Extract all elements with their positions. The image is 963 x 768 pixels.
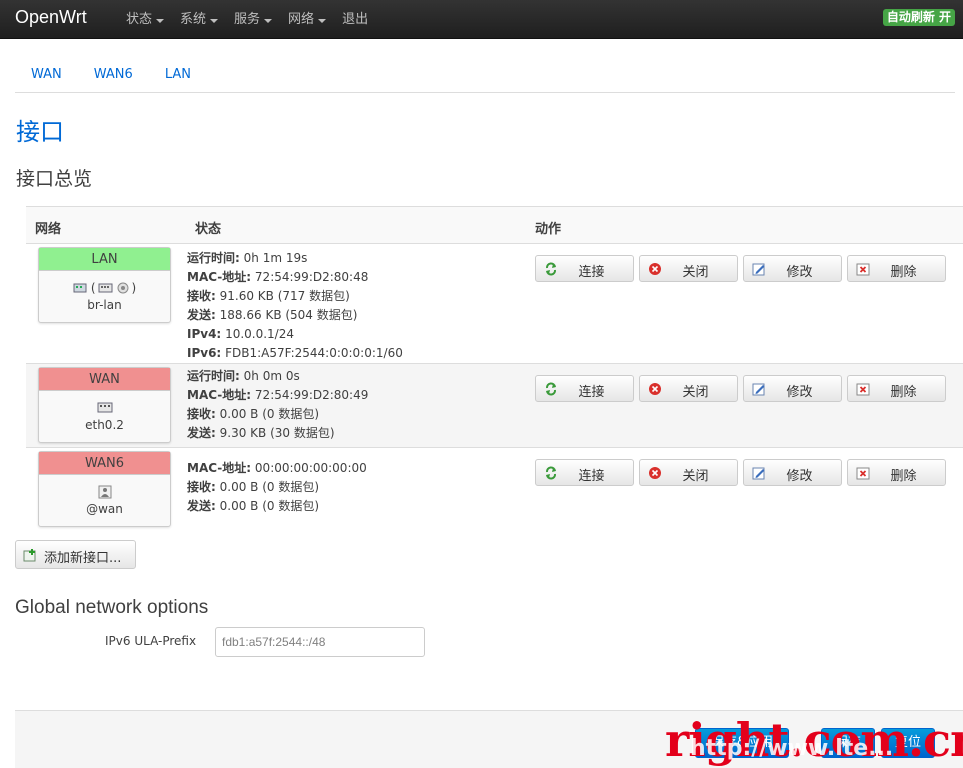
delete-button[interactable]: 删除 [847, 459, 946, 486]
global-options-title: Global network options [15, 597, 209, 618]
add-interface-button[interactable]: 添加新接口... [15, 540, 136, 569]
interface-device: br-lan [87, 298, 122, 312]
ula-prefix-label: IPv6 ULA-Prefix [105, 634, 197, 648]
menu-services[interactable]: 服务 [226, 0, 280, 39]
table-row: LAN ( ) br-lan 运行时间: 0h 1m 19s MAC-地址: 7… [26, 244, 963, 364]
table-row: WAN6 @wan MAC-地址: 00:00:00:00:00:00 接收: … [26, 448, 963, 530]
brand-logo[interactable]: OpenWrt [15, 7, 87, 28]
status-line: 发送: 0.00 B (0 数据包) [187, 499, 320, 513]
connect-button[interactable]: 连接 [535, 375, 634, 402]
menu-label: 服务 [234, 11, 261, 27]
interface-box-lan: LAN ( ) br-lan [38, 247, 171, 323]
stop-button[interactable]: 关闭 [639, 375, 738, 402]
interface-device: eth0.2 [85, 418, 124, 432]
stop-button[interactable]: 关闭 [639, 255, 738, 282]
caret-down-icon [318, 18, 327, 23]
header-network: 网络 [35, 222, 62, 237]
connect-button[interactable]: 连接 [535, 459, 634, 486]
delete-button[interactable]: 删除 [847, 375, 946, 402]
add-icon [23, 549, 36, 562]
status-line: 发送: 188.66 KB (504 数据包) [187, 308, 358, 322]
caret-down-icon [156, 18, 165, 23]
interface-tabs: WAN WAN6 LAN [15, 60, 955, 93]
status-line: 接收: 91.60 KB (717 数据包) [187, 289, 350, 303]
status-line: 接收: 0.00 B (0 数据包) [187, 480, 320, 494]
status-line: IPv4: 10.0.0.1/24 [187, 327, 294, 341]
row-actions: 连接 关闭 修改 删除 [535, 459, 946, 486]
delete-button[interactable]: 删除 [847, 255, 946, 282]
edit-button[interactable]: 修改 [743, 375, 842, 402]
status-line: 接收: 0.00 B (0 数据包) [187, 407, 320, 421]
status-line: 运行时间: 0h 1m 19s [187, 251, 308, 265]
autorefresh-toggle[interactable]: 自动刷新 开 [882, 9, 955, 26]
stop-button[interactable]: 关闭 [639, 459, 738, 486]
ethernet-port-icon [39, 399, 170, 417]
header-actions: 动作 [535, 222, 562, 237]
page-title: 接口 [16, 118, 64, 146]
menu-label: 状态 [126, 11, 153, 27]
table-header: 网络 状态 动作 [26, 206, 963, 244]
tab-wan[interactable]: WAN [15, 60, 78, 92]
interface-device: @wan [86, 502, 123, 516]
alias-icon [39, 483, 170, 501]
main-menu: 状态 系统 服务 网络 退出 [118, 0, 376, 39]
add-interface-label: 添加新接口... [44, 551, 122, 566]
menu-system[interactable]: 系统 [172, 0, 226, 39]
caret-down-icon [210, 18, 219, 23]
interface-table: 网络 状态 动作 LAN ( ) br-lan 运行时间: 0h 1m 19s … [26, 206, 963, 530]
menu-network[interactable]: 网络 [280, 0, 334, 39]
interface-box-wan6: WAN6 @wan [38, 451, 171, 527]
status-line: MAC-地址: 72:54:99:D2:80:49 [187, 388, 369, 402]
top-navbar: OpenWrt 状态 系统 服务 网络 退出 自动刷新 开 [0, 0, 963, 39]
section-title: 接口总览 [16, 168, 93, 190]
caret-down-icon [264, 18, 273, 23]
tab-lan[interactable]: LAN [149, 60, 207, 92]
header-status: 状态 [195, 222, 222, 237]
status-line: IPv6: FDB1:A57F:2544:0:0:0:0:1/60 [187, 346, 403, 360]
status-line: MAC-地址: 00:00:00:00:00:00 [187, 461, 367, 475]
interface-status: MAC-地址: 00:00:00:00:00:00 接收: 0.00 B (0 … [187, 459, 367, 516]
edit-button[interactable]: 修改 [743, 459, 842, 486]
interface-status: 运行时间: 0h 1m 19s MAC-地址: 72:54:99:D2:80:4… [187, 249, 403, 363]
status-line: 发送: 9.30 KB (30 数据包) [187, 426, 335, 440]
tab-wan6[interactable]: WAN6 [78, 60, 149, 92]
watermark-url: http://www.lte... [690, 736, 894, 761]
menu-label: 退出 [342, 11, 369, 27]
status-line: MAC-地址: 72:54:99:D2:80:48 [187, 270, 369, 284]
ula-prefix-input[interactable] [215, 627, 425, 657]
interface-name: WAN6 [39, 452, 170, 475]
menu-label: 网络 [288, 11, 315, 27]
menu-status[interactable]: 状态 [118, 0, 172, 39]
edit-button[interactable]: 修改 [743, 255, 842, 282]
connect-button[interactable]: 连接 [535, 255, 634, 282]
status-line: 运行时间: 0h 0m 0s [187, 369, 300, 383]
interface-status: 运行时间: 0h 0m 0s MAC-地址: 72:54:99:D2:80:49… [187, 367, 368, 443]
row-actions: 连接 关闭 修改 删除 [535, 255, 946, 282]
interface-box-wan: WAN eth0.2 [38, 367, 171, 443]
interface-name: WAN [39, 368, 170, 391]
row-actions: 连接 关闭 修改 删除 [535, 375, 946, 402]
menu-label: 系统 [180, 11, 207, 27]
table-row: WAN eth0.2 运行时间: 0h 0m 0s MAC-地址: 72:54:… [26, 364, 963, 448]
menu-logout[interactable]: 退出 [334, 0, 376, 39]
bridge-icon: ( ) [39, 279, 170, 297]
interface-name: LAN [39, 248, 170, 271]
